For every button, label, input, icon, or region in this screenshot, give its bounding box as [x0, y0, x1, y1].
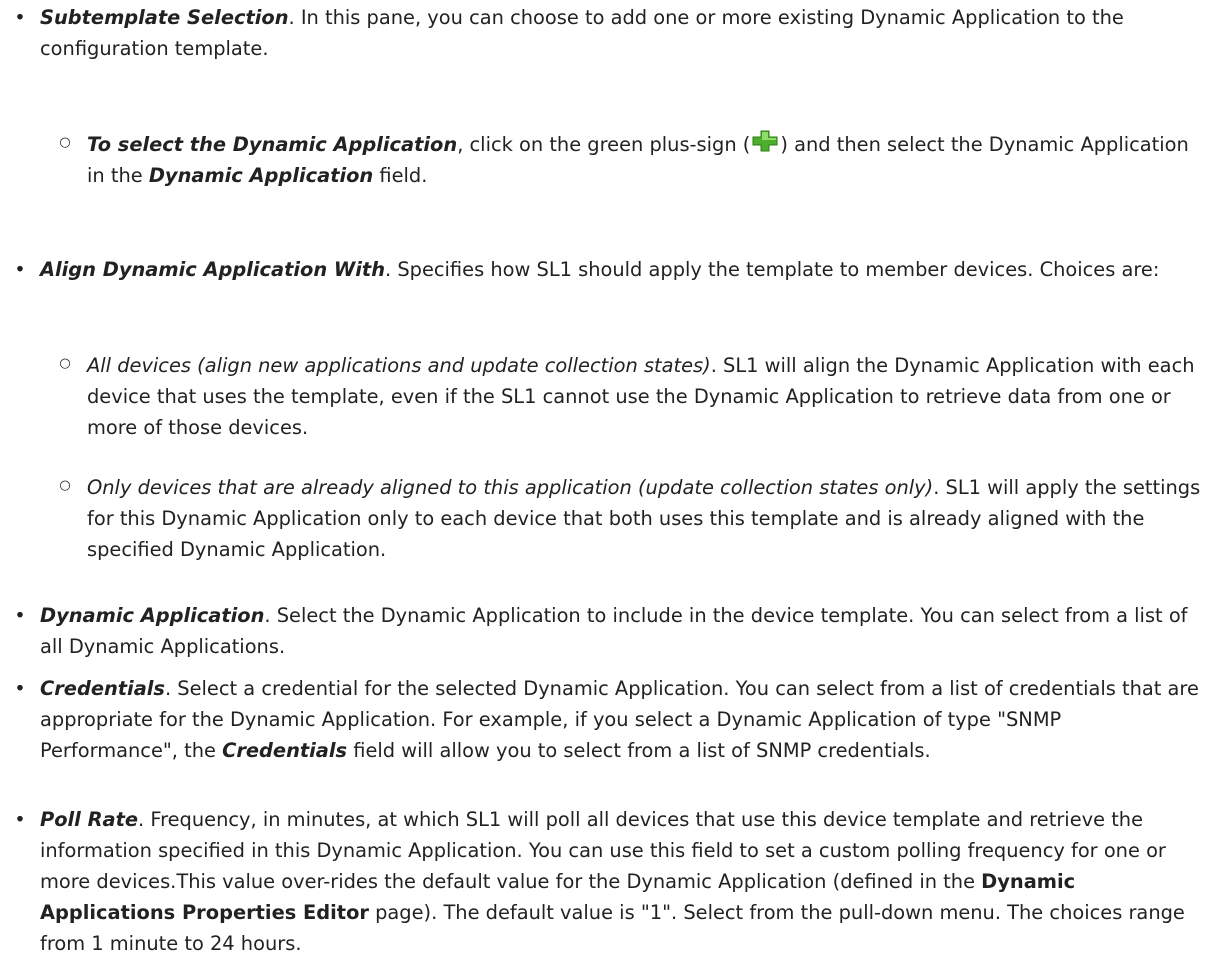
- bullet-dot: •: [14, 258, 26, 281]
- list-item-align-dynamic-application: • Align Dynamic Application With. Specif…: [14, 254, 1200, 285]
- green-plus-icon: [751, 130, 779, 152]
- term-select-dynamic-application: To select the Dynamic Application: [87, 133, 458, 156]
- bullet-dot: •: [14, 6, 26, 29]
- description-text: field.: [373, 164, 428, 187]
- term-poll-rate: Poll Rate: [40, 808, 139, 831]
- sublist-item-all-devices: ○ All devices (align new applications an…: [59, 350, 1207, 443]
- option-all-devices: All devices (align new applications and …: [87, 354, 711, 377]
- list-item-credentials: • Credentials. Select a credential for t…: [14, 673, 1200, 766]
- field-credentials: Credentials: [222, 739, 348, 762]
- term-dynamic-application: Dynamic Application: [40, 604, 265, 627]
- description-text: field will allow you to select from a li…: [347, 739, 931, 762]
- sublist-item-select-dynamic-application: ○ To select the Dynamic Application, cli…: [59, 129, 1207, 191]
- field-dynamic-application: Dynamic Application: [148, 164, 374, 187]
- bullet-circle: ○: [59, 478, 71, 493]
- option-only-devices: Only devices that are already aligned to…: [87, 476, 934, 499]
- bullet-circle: ○: [59, 356, 71, 371]
- list-item-subtemplate-selection: • Subtemplate Selection. In this pane, y…: [14, 2, 1200, 64]
- bullet-dot: •: [14, 808, 26, 831]
- term-credentials: Credentials: [40, 677, 165, 700]
- bullet-circle: ○: [59, 135, 71, 150]
- bullet-dot: •: [14, 604, 26, 627]
- description-text: , click on the green plus-sign (: [457, 133, 751, 156]
- sublist-item-only-devices: ○ Only devices that are already aligned …: [59, 472, 1207, 565]
- bullet-dot: •: [14, 677, 26, 700]
- term-subtemplate-selection: Subtemplate Selection: [40, 6, 289, 29]
- term-align-dynamic-application-with: Align Dynamic Application With: [40, 258, 385, 281]
- list-item-poll-rate: • Poll Rate. Frequency, in minutes, at w…: [14, 804, 1200, 959]
- description-text: . Specifies how SL1 should apply the tem…: [385, 258, 1160, 281]
- document-body: • Subtemplate Selection. In this pane, y…: [0, 0, 1220, 975]
- list-item-dynamic-application: • Dynamic Application. Select the Dynami…: [14, 600, 1200, 662]
